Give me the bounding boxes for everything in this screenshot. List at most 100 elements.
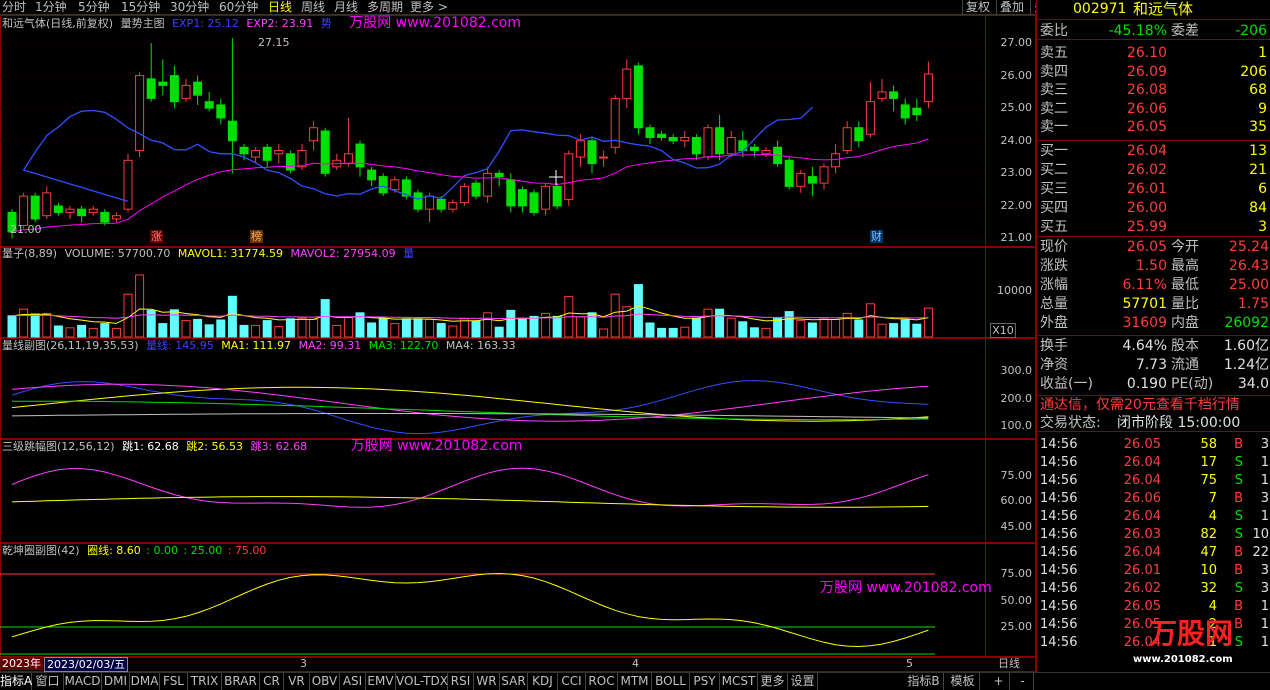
chart-area[interactable]: 和远气体(日线,前复权) 量势主图 EXP1: 25.12 EXP2: 23.9… xyxy=(0,15,1036,672)
x-period-label: 日线 xyxy=(998,657,1020,670)
indicator-tab-23[interactable]: MCST xyxy=(720,673,758,690)
exp1-value: EXP1: 25.12 xyxy=(172,17,239,30)
stat2-row-2: 收益(一) 0.190 PE(动) 34.0 xyxy=(1037,375,1270,393)
candle-body-26 xyxy=(309,127,319,142)
promo-text[interactable]: 通达信，仅需20元查看千档行情 xyxy=(1040,396,1240,414)
pane3-name[interactable]: 量线副图(26,11,19,35,53) xyxy=(2,339,139,352)
status-label: 交易状态: xyxy=(1040,415,1101,431)
panel-divider-1 xyxy=(1037,236,1270,237)
indicator-tab-9[interactable]: VR xyxy=(284,673,310,690)
candle-body-67 xyxy=(784,159,794,187)
marker-cai[interactable]: 财 xyxy=(870,230,883,243)
candle-body-51 xyxy=(599,156,609,159)
indicator-tab-4[interactable]: DMA xyxy=(130,673,160,690)
tick-row-0: 14:56 26.05 58 B 3 xyxy=(1037,436,1270,454)
period-tab-9[interactable]: 多周期 xyxy=(367,0,403,15)
period-tab-0[interactable]: 分时 xyxy=(2,0,26,15)
stat2-label-a: 净资 xyxy=(1040,357,1068,373)
indicator-tab-17[interactable]: KDJ xyxy=(528,673,558,690)
indicator-tab-21[interactable]: BOLL xyxy=(652,673,690,690)
volume-bar-14 xyxy=(169,309,179,338)
period-tab-7[interactable]: 周线 xyxy=(301,0,325,15)
pane5-name[interactable]: 乾坤圈副图(42) xyxy=(2,544,80,557)
indicator-tab-24[interactable]: 更多 xyxy=(758,673,788,690)
template-btn-1[interactable]: 模板 xyxy=(946,673,980,690)
volume-bar-29 xyxy=(343,317,353,338)
indicator-tab-16[interactable]: SAR xyxy=(500,673,528,690)
indicator-tab-1[interactable]: 窗口 xyxy=(32,673,64,690)
pane4-t2-line xyxy=(11,496,929,508)
volume-bar-33 xyxy=(390,323,400,338)
volume-bar-39 xyxy=(459,318,469,338)
price-tick-1: 26.00 xyxy=(1000,68,1033,82)
volume-bar-74 xyxy=(865,303,875,338)
volume-title[interactable]: 量子(8,89) xyxy=(2,247,57,260)
marker-bang[interactable]: 榜 xyxy=(250,230,263,243)
bid-label: 买五 xyxy=(1040,219,1068,235)
volume-bar-35 xyxy=(413,318,423,338)
candle-body-69 xyxy=(807,176,817,184)
main-indicator-name[interactable]: 量势主图 xyxy=(121,17,165,30)
period-tab-5[interactable]: 60分钟 xyxy=(219,0,258,15)
candle-body-77 xyxy=(900,104,910,119)
indicator-tab-22[interactable]: PSY xyxy=(690,673,720,690)
promo-row[interactable]: 通达信，仅需20元查看千档行情 xyxy=(1037,395,1270,413)
candle-body-58 xyxy=(680,137,690,142)
period-tab-1[interactable]: 1分钟 xyxy=(35,0,67,15)
indicator-tab-19[interactable]: ROC xyxy=(586,673,618,690)
indicator-tab-15[interactable]: WR xyxy=(474,673,500,690)
period-tab-6[interactable]: 日线 xyxy=(268,0,292,15)
indicator-tab-14[interactable]: RSI xyxy=(448,673,474,690)
indicator-tab-0[interactable]: 指标A xyxy=(0,673,32,690)
marker-zhang[interactable]: 涨 xyxy=(150,230,163,243)
ask-label: 卖五 xyxy=(1040,45,1068,61)
mavol1-value: MAVOL1: 31774.59 xyxy=(177,247,283,260)
indicator-tab-20[interactable]: MTM xyxy=(618,673,652,690)
volume-bar-22 xyxy=(262,320,272,338)
indicator-tab-8[interactable]: CR xyxy=(260,673,284,690)
stat-value-a: 26.05 xyxy=(1126,239,1167,255)
pane4-tick-0: 75.00 xyxy=(1000,469,1033,482)
toolbar-btn-0[interactable]: 复权 xyxy=(962,0,996,15)
pane5-tick-1: 50.00 xyxy=(1000,594,1033,607)
pane3-tick-2: 100.0 xyxy=(1000,419,1033,432)
stat-value-a: 6.11% xyxy=(1122,277,1167,293)
pane4-name[interactable]: 三级跳幅图(12,56,12) xyxy=(2,440,115,453)
price-tick-0: 27.00 xyxy=(1000,36,1033,50)
volume-bar-15 xyxy=(181,320,191,338)
indicator-tab-7[interactable]: BRAR xyxy=(222,673,260,690)
template-btn-2[interactable]: + xyxy=(988,673,1010,690)
indicator-tab-6[interactable]: TRIX xyxy=(188,673,222,690)
pane4-title: 三级跳幅图(12,56,12) 跳1: 62.68 跳2: 56.53 跳3: … xyxy=(2,439,522,453)
indicator-tab-10[interactable]: OBV xyxy=(310,673,340,690)
pane4-t3: 跳3: 62.68 xyxy=(250,440,308,453)
pane3-tick-1: 200.0 xyxy=(1000,392,1033,405)
indicator-tab-12[interactable]: EMV xyxy=(366,673,396,690)
indicator-tab-5[interactable]: FSL xyxy=(160,673,188,690)
period-tab-10[interactable]: 更多 > xyxy=(410,0,448,15)
period-tab-3[interactable]: 15分钟 xyxy=(121,0,160,15)
indicator-tab-2[interactable]: MACD xyxy=(64,673,102,690)
indicator-tab-11[interactable]: ASI xyxy=(340,673,366,690)
bid-price: 25.99 xyxy=(1126,219,1167,235)
template-btn-0[interactable]: 指标B xyxy=(904,673,944,690)
ask-label: 卖四 xyxy=(1040,63,1068,80)
toolbar-btn-1[interactable]: 叠加 xyxy=(996,0,1030,15)
volume-bar-9 xyxy=(111,327,121,338)
candle-body-24 xyxy=(285,153,295,171)
indicator-tab-25[interactable]: 设置 xyxy=(788,673,818,690)
template-btn-3[interactable]: - xyxy=(1012,673,1034,690)
indicator-tab-18[interactable]: CCI xyxy=(558,673,586,690)
tick-volume: 75 xyxy=(1200,473,1217,488)
indicator-tab-13[interactable]: VOL-TDX xyxy=(396,673,448,690)
candle-body-25 xyxy=(297,150,307,168)
volume-bar-31 xyxy=(367,322,377,338)
pane3-ma2: MA2: 99.31 xyxy=(298,339,362,352)
candle-body-45 xyxy=(529,192,539,213)
bid-row-3: 买四 26.00 84 xyxy=(1037,199,1270,217)
period-tab-2[interactable]: 5分钟 xyxy=(78,0,110,15)
indicator-tab-3[interactable]: DMI xyxy=(102,673,130,690)
period-tab-8[interactable]: 月线 xyxy=(334,0,358,15)
candle-body-59 xyxy=(691,137,701,155)
period-tab-4[interactable]: 30分钟 xyxy=(170,0,209,15)
